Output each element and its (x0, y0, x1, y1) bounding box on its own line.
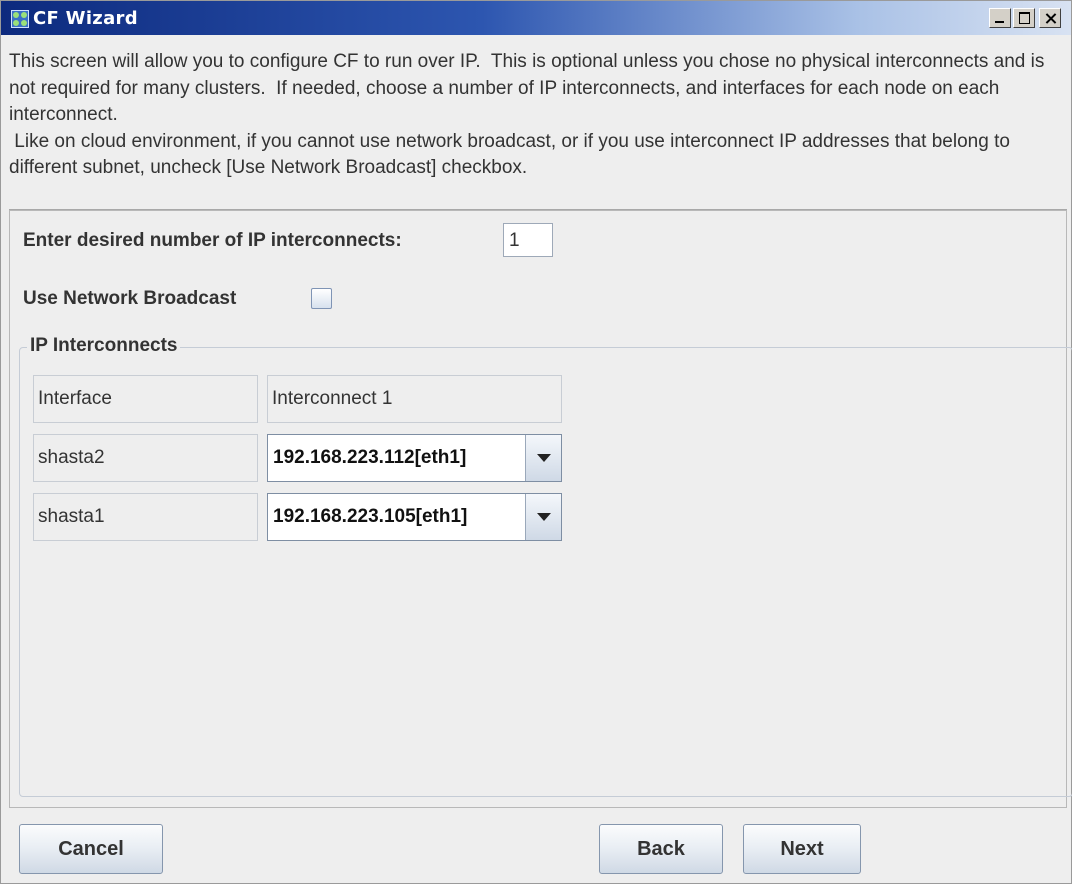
back-button[interactable]: Back (599, 824, 723, 874)
minimize-icon[interactable] (989, 8, 1011, 28)
chevron-down-icon[interactable] (525, 494, 561, 540)
window-title: CF Wizard (33, 8, 138, 29)
next-button[interactable]: Next (743, 824, 861, 874)
title-bar[interactable]: CF Wizard (1, 1, 1071, 35)
interconnect-select-shasta2[interactable]: 192.168.223.112[eth1] (267, 434, 562, 482)
description-paragraph-1: This screen will allow you to configure … (9, 51, 1050, 125)
cancel-button[interactable]: Cancel (19, 824, 163, 874)
node-label-shasta2: shasta2 (33, 434, 258, 482)
description-text: This screen will allow you to configure … (9, 49, 1059, 182)
node-label-shasta1: shasta1 (33, 493, 258, 541)
interconnect-count-field[interactable]: 1 (503, 223, 553, 257)
cf-wizard-app-icon (11, 10, 29, 28)
header-interface: Interface (33, 375, 258, 423)
cf-wizard-window: CF Wizard This screen will allow you to … (0, 0, 1072, 884)
interconnect-count-label: Enter desired number of IP interconnects… (23, 230, 402, 251)
description-paragraph-2: Like on cloud environment, if you cannot… (9, 130, 1016, 179)
broadcast-checkbox[interactable] (311, 288, 332, 309)
header-interconnect-1: Interconnect 1 (267, 375, 562, 423)
broadcast-label: Use Network Broadcast (23, 288, 237, 309)
selected-value: 192.168.223.112[eth1] (273, 447, 467, 468)
group-title: IP Interconnects (27, 335, 181, 357)
chevron-down-icon[interactable] (525, 435, 561, 481)
maximize-icon[interactable] (1013, 8, 1035, 28)
interconnect-select-shasta1[interactable]: 192.168.223.105[eth1] (267, 493, 562, 541)
close-icon[interactable] (1039, 8, 1061, 28)
selected-value: 192.168.223.105[eth1] (273, 506, 468, 527)
